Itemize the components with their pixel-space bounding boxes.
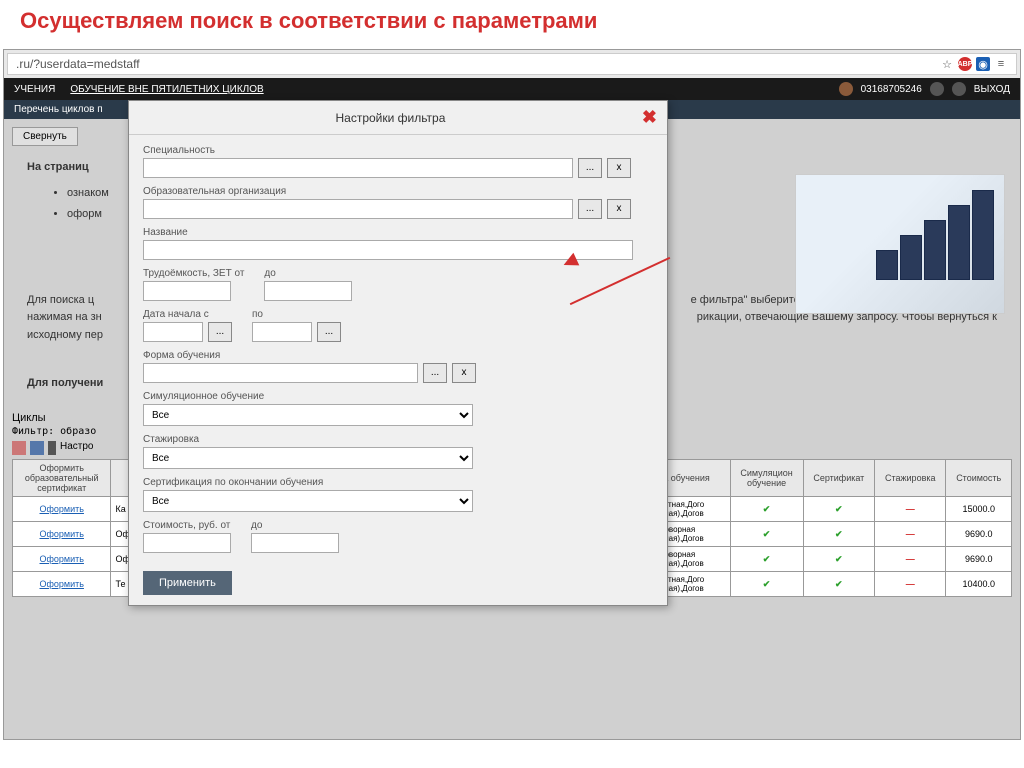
cell-cost: 10400.0: [946, 572, 1012, 597]
org-browse-button[interactable]: ...: [578, 199, 602, 219]
th-sim: Симуляцион обучение: [730, 460, 803, 497]
settings-link[interactable]: Настро: [60, 441, 94, 455]
org-input[interactable]: [143, 199, 573, 219]
intern-select[interactable]: Все: [143, 447, 473, 469]
date-to-label: по: [252, 309, 341, 320]
eye-icon[interactable]: ◉: [976, 57, 990, 71]
link-oformit[interactable]: Оформить: [40, 579, 84, 589]
user-id: 03168705246: [861, 84, 922, 95]
dash-icon: —: [906, 529, 915, 539]
tool-icon-1[interactable]: [12, 441, 26, 455]
cell-cost: 15000.0: [946, 497, 1012, 522]
th-intern: Стажировка: [875, 460, 946, 497]
check-icon: ✔: [763, 554, 771, 564]
cell-cost: 9690.0: [946, 547, 1012, 572]
date-to-picker-button[interactable]: ...: [317, 322, 341, 342]
link-oformit[interactable]: Оформить: [40, 504, 84, 514]
form-browse-button[interactable]: ...: [423, 363, 447, 383]
tool-icon-2[interactable]: [30, 441, 44, 455]
dash-icon: —: [906, 579, 915, 589]
date-from-input[interactable]: [143, 322, 203, 342]
effort-from-label: Трудоёмкость, ЗЕТ от: [143, 268, 244, 279]
name-label: Название: [143, 227, 653, 238]
bg-para1a: Для поиска ц: [27, 292, 94, 310]
date-to-input[interactable]: [252, 322, 312, 342]
collapse-button[interactable]: Свернуть: [12, 127, 78, 146]
check-icon: ✔: [835, 554, 843, 564]
effort-to-input[interactable]: [264, 281, 352, 301]
check-icon: ✔: [763, 579, 771, 589]
specialty-input[interactable]: [143, 158, 573, 178]
check-icon: ✔: [835, 529, 843, 539]
menu-icon[interactable]: ≡: [994, 57, 1008, 71]
th-cert: Оформить образовательный сертификат: [13, 460, 111, 497]
bg-para4: Для получени: [27, 377, 103, 389]
url-bar[interactable]: .ru/?userdata=medstaff ☆ ABP ◉ ≡: [7, 53, 1017, 75]
form-label: Форма обучения: [143, 350, 653, 361]
help-icon[interactable]: [952, 82, 966, 96]
close-icon[interactable]: ✖: [642, 107, 657, 128]
org-label: Образовательная организация: [143, 186, 653, 197]
check-icon: ✔: [835, 579, 843, 589]
th-cert2: Сертификат: [803, 460, 874, 497]
nav-item-1[interactable]: УЧЕНИЯ: [14, 84, 55, 95]
cert-select[interactable]: Все: [143, 490, 473, 512]
cost-to-input[interactable]: [251, 533, 339, 553]
effort-to-label: до: [264, 268, 352, 279]
bg-para2a: нажимая на зн: [27, 309, 102, 327]
check-icon: ✔: [763, 504, 771, 514]
link-oformit[interactable]: Оформить: [40, 554, 84, 564]
cell-cost: 9690.0: [946, 522, 1012, 547]
cost-from-input[interactable]: [143, 533, 231, 553]
dash-icon: —: [906, 504, 915, 514]
specialty-browse-button[interactable]: ...: [578, 158, 602, 178]
form-clear-button[interactable]: x: [452, 363, 476, 383]
link-oformit[interactable]: Оформить: [40, 529, 84, 539]
date-from-picker-button[interactable]: ...: [208, 322, 232, 342]
nav-item-2[interactable]: ОБУЧЕНИЕ ВНЕ ПЯТИЛЕТНИХ ЦИКЛОВ: [70, 84, 263, 95]
check-icon: ✔: [835, 504, 843, 514]
specialty-label: Специальность: [143, 145, 653, 156]
modal-title: Настройки фильтра: [139, 111, 642, 125]
cost-from-label: Стоимость, руб. от: [143, 520, 231, 531]
user-icon[interactable]: [839, 82, 853, 96]
decorative-image: [795, 174, 1005, 314]
effort-from-input[interactable]: [143, 281, 231, 301]
org-clear-button[interactable]: x: [607, 199, 631, 219]
th-cost: Стоимость: [946, 460, 1012, 497]
top-nav: УЧЕНИЯ ОБУЧЕНИЕ ВНЕ ПЯТИЛЕТНИХ ЦИКЛОВ 03…: [4, 78, 1020, 100]
cert-label: Сертификация по окончании обучения: [143, 477, 653, 488]
specialty-clear-button[interactable]: x: [607, 158, 631, 178]
bg-heading: На страниц: [27, 161, 89, 173]
check-icon: ✔: [763, 529, 771, 539]
url-text: .ru/?userdata=medstaff: [16, 57, 140, 71]
apply-button[interactable]: Применить: [143, 571, 232, 595]
annotation-arrow: [565, 255, 675, 305]
form-input[interactable]: [143, 363, 418, 383]
sim-label: Симуляционное обучение: [143, 391, 653, 402]
filter-modal: Настройки фильтра ✖ Специальность ... x …: [128, 100, 668, 606]
logout-button[interactable]: ВЫХОД: [974, 84, 1010, 95]
cost-to-label: до: [251, 520, 339, 531]
tool-icon-3[interactable]: [48, 441, 56, 455]
sim-select[interactable]: Все: [143, 404, 473, 426]
name-input[interactable]: [143, 240, 633, 260]
gear-icon[interactable]: [930, 82, 944, 96]
intern-label: Стажировка: [143, 434, 653, 445]
abp-icon[interactable]: ABP: [958, 57, 972, 71]
dash-icon: —: [906, 554, 915, 564]
slide-title: Осуществляем поиск в соответствии с пара…: [0, 0, 1024, 49]
date-from-label: Дата начала с: [143, 309, 232, 320]
star-icon[interactable]: ☆: [940, 57, 954, 71]
